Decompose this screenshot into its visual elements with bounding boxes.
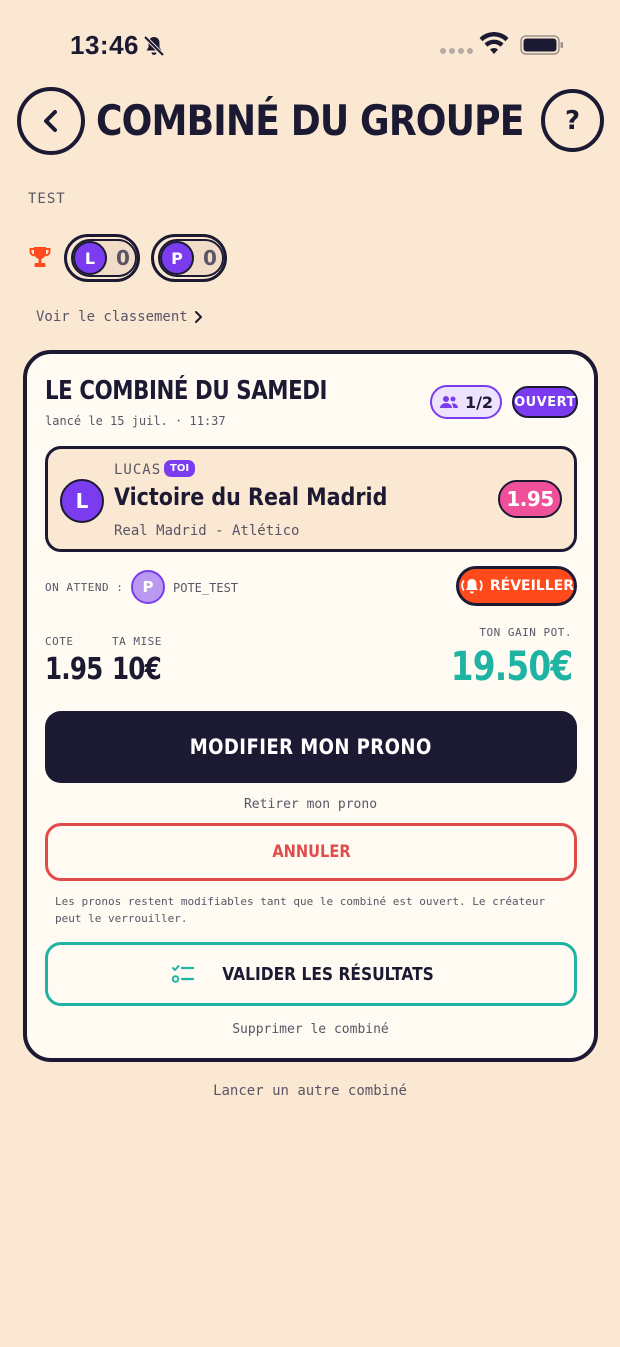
status-bar: 13:46	[0, 26, 620, 66]
info-text: Les pronos restent modifiables tant que …	[55, 895, 546, 925]
wifi-icon	[479, 32, 509, 54]
avatar: P	[131, 570, 165, 604]
withdraw-bet-link[interactable]: Retirer mon prono	[27, 797, 594, 812]
modify-bet-button[interactable]: MODIFIER MON PRONO	[45, 711, 577, 783]
help-button[interactable]: ?	[541, 89, 604, 152]
status-time: 13:46	[70, 30, 139, 60]
leaderboard-link[interactable]: Voir le classement	[36, 309, 204, 325]
player-score: 0	[203, 246, 217, 270]
back-button[interactable]	[17, 87, 85, 155]
avatar: P	[160, 241, 194, 275]
player-score: 0	[116, 246, 130, 270]
page-title: COMBINÉ DU GROUPE	[96, 96, 524, 145]
bettor-name: LUCAS	[114, 462, 162, 478]
validate-results-label: VALIDER LES RÉSULTATS	[222, 963, 434, 985]
waiting-label: ON ATTEND :	[45, 581, 124, 594]
avatar: L	[73, 241, 107, 275]
potential-gain-value: 19.50€	[450, 644, 572, 690]
modify-bet-label: MODIFIER MON PRONO	[189, 735, 433, 759]
cancel-label: ANNULER	[271, 842, 351, 862]
trophy-icon	[29, 247, 51, 267]
waiting-player-name: POTE_TEST	[173, 581, 239, 595]
wake-button-label: RÉVEILLER	[489, 578, 574, 594]
participants-badge: 1/2	[430, 385, 502, 419]
leaderboard-link-label: Voir le classement	[36, 309, 188, 325]
cellular-signal-icon	[440, 48, 473, 54]
combo-title: LE COMBINÉ DU SAMEDI	[45, 376, 328, 406]
bell-off-icon	[143, 35, 165, 57]
validate-results-button[interactable]: VALIDER LES RÉSULTATS	[45, 942, 577, 1006]
odds-label: COTE	[45, 635, 74, 648]
bet-selection: Victoire du Real Madrid	[114, 483, 388, 511]
bell-ring-icon	[461, 579, 483, 594]
odds-value: 1.95	[45, 652, 103, 687]
new-combo-link[interactable]: Lancer un autre combiné	[0, 1083, 620, 1099]
status-badge: OUVERT	[512, 386, 578, 418]
delete-combo-link[interactable]: Supprimer le combiné	[27, 1022, 594, 1037]
player-chip-p[interactable]: P 0	[151, 234, 227, 282]
wake-button[interactable]: RÉVEILLER	[456, 566, 577, 606]
odds-pill: 1.95	[498, 480, 562, 518]
bet-item[interactable]: L LUCAS TOI Victoire du Real Madrid Real…	[45, 446, 577, 552]
group-name: TEST	[28, 191, 66, 207]
users-icon	[439, 396, 458, 408]
you-tag: TOI	[164, 460, 196, 477]
participants-count: 1/2	[464, 392, 494, 412]
cancel-button[interactable]: ANNULER	[45, 823, 577, 881]
player-chip-l[interactable]: L 0	[64, 234, 140, 282]
potential-gain-label: TON GAIN POT.	[479, 626, 572, 639]
combo-launched-date: lancé le 15 juil. · 11:37	[45, 414, 226, 428]
checklist-icon	[171, 965, 195, 983]
chevron-right-icon	[194, 311, 202, 323]
combo-card: LE COMBINÉ DU SAMEDI lancé le 15 juil. ·…	[23, 350, 598, 1062]
avatar: L	[60, 479, 104, 523]
stake-label: TA MISE	[112, 635, 162, 648]
stake-value: 10€	[112, 652, 162, 687]
bet-match: Real Madrid - Atlético	[114, 523, 300, 539]
battery-icon	[520, 35, 563, 55]
chevron-left-icon	[44, 110, 57, 132]
